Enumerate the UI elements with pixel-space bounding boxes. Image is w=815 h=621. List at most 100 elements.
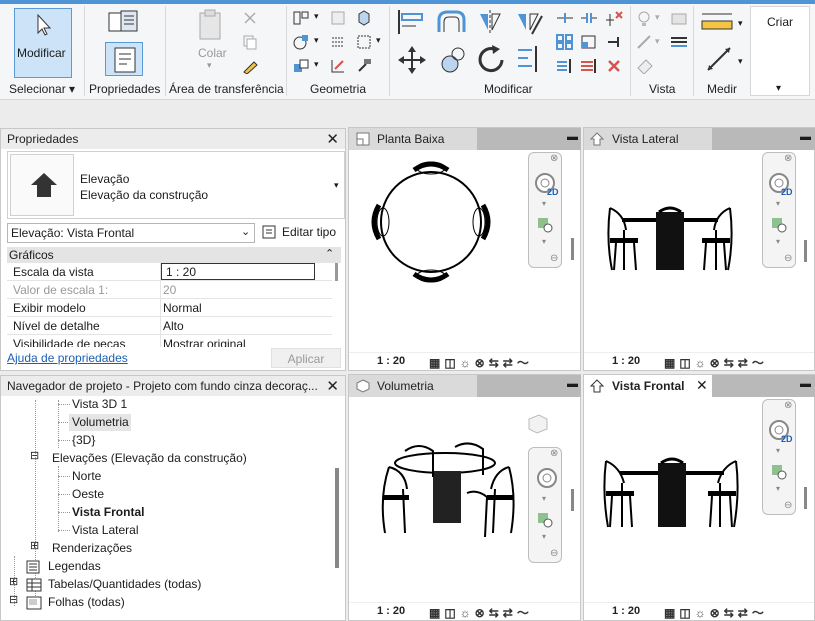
- cut-geometry-icon[interactable]: [330, 10, 346, 26]
- close-icon[interactable]: ✕: [326, 377, 339, 395]
- copy-element-icon[interactable]: [438, 44, 468, 74]
- close-navbar-icon[interactable]: ⊗: [550, 448, 558, 459]
- align-icon[interactable]: [396, 8, 426, 36]
- zoom-icon[interactable]: [771, 464, 787, 480]
- steering-wheel-icon[interactable]: [534, 466, 560, 492]
- hide-bulb-icon[interactable]: [636, 10, 652, 28]
- expand-schedules-icon[interactable]: ⊞: [9, 575, 18, 588]
- tree-item-tabelas[interactable]: Tabelas/Quantidades (todas): [48, 577, 201, 591]
- type-selector[interactable]: Elevação Elevação da construção ▾: [7, 151, 345, 219]
- edit-type-button[interactable]: Editar tipo: [261, 223, 343, 243]
- paint-icon[interactable]: [356, 34, 372, 50]
- navwheel-dropdown-icon[interactable]: ▾: [542, 199, 546, 208]
- measure-dropdown-icon[interactable]: ▾: [738, 18, 743, 29]
- view-control-icons[interactable]: ▦◫☼⊗⇆⇄〜: [429, 604, 533, 621]
- wall-joins-icon[interactable]: [292, 34, 310, 50]
- navwheel-dropdown-icon[interactable]: ▾: [542, 494, 546, 503]
- move-icon[interactable]: [396, 44, 428, 76]
- property-row[interactable]: Visibilidade de peças Mostrar original: [7, 335, 332, 347]
- type-properties-icon[interactable]: [107, 10, 139, 38]
- dimension-aligned-icon[interactable]: [704, 44, 734, 74]
- property-row[interactable]: Exibir modelo Normal: [7, 299, 332, 317]
- view-scrollbar[interactable]: [571, 238, 574, 260]
- create-dropdown-icon[interactable]: ▾: [776, 83, 781, 94]
- help-link[interactable]: Ajuda de propriedades: [7, 351, 128, 365]
- tree-item-3d[interactable]: {3D}: [72, 433, 95, 447]
- tree-item-folhas[interactable]: Folhas (todas): [48, 595, 125, 609]
- zoom-icon[interactable]: [537, 217, 553, 233]
- tree-item-vista-3d-1[interactable]: Vista 3D 1: [72, 397, 127, 411]
- navbar-options-icon[interactable]: ⊖: [784, 500, 792, 511]
- cope-dropdown-icon[interactable]: ▾: [314, 11, 319, 22]
- trim-single-icon[interactable]: [580, 58, 598, 74]
- create-panel[interactable]: Criar ▾: [750, 6, 810, 96]
- view-canvas[interactable]: ⊗ 2D ▾ ▾ ⊖: [584, 150, 814, 352]
- trim-extend-icon[interactable]: [514, 44, 544, 74]
- navwheel-dropdown-icon[interactable]: ▾: [776, 199, 780, 208]
- copy-icon[interactable]: [242, 34, 258, 50]
- view-volumetria[interactable]: Volumetria ▬ ⊗ ▾ ▾ ⊖ 1 : 20 ▦◫☼⊗⇆⇄〜: [348, 374, 581, 621]
- tree-item-elevacoes[interactable]: Elevações (Elevação da construção): [52, 451, 247, 465]
- view-vista-frontal[interactable]: Vista Frontal ✕ ▬ ⊗ 2D ▾ ▾ ⊖ 1 : 20 ▦◫☼⊗…: [583, 374, 815, 621]
- zoom-dropdown-icon[interactable]: ▾: [776, 237, 780, 246]
- delete-icon[interactable]: [606, 58, 622, 74]
- view-menu-icon[interactable]: ▬: [567, 378, 578, 390]
- navigation-bar[interactable]: ⊗ ▾ ▾ ⊖: [528, 447, 562, 563]
- zoom-dropdown-icon[interactable]: ▾: [542, 532, 546, 541]
- close-navbar-icon[interactable]: ⊗: [784, 153, 792, 164]
- navbar-options-icon[interactable]: ⊖: [784, 253, 792, 264]
- pin-icon[interactable]: [604, 34, 624, 50]
- cope-icon[interactable]: [292, 10, 310, 26]
- eraser-icon[interactable]: [636, 58, 654, 74]
- view-scrollbar[interactable]: [804, 240, 807, 262]
- cut-icon[interactable]: [242, 10, 258, 26]
- view-planta-baixa[interactable]: Planta Baixa ▬ ⊗ 2D ▾ ▾ ⊖ 1 : 20 ▦◫☼⊗⇆⇄〜: [348, 127, 581, 371]
- view-control-icons[interactable]: ▦◫☼⊗⇆⇄〜: [664, 604, 768, 621]
- view-menu-icon[interactable]: ▬: [567, 131, 578, 143]
- view-scale[interactable]: 1 : 20: [612, 605, 640, 617]
- scale-input[interactable]: 1 : 20: [161, 263, 315, 280]
- offset-icon[interactable]: [436, 8, 470, 36]
- zoom-dropdown-icon[interactable]: ▾: [542, 237, 546, 246]
- property-row[interactable]: Nível de detalhe Alto: [7, 317, 332, 335]
- linework-dropdown-icon[interactable]: ▾: [655, 36, 660, 47]
- browser-scrollbar[interactable]: [335, 468, 339, 568]
- override-graphics-icon[interactable]: [670, 10, 688, 26]
- tree-item-oeste[interactable]: Oeste: [72, 487, 104, 501]
- viewcube-icon[interactable]: [523, 413, 553, 437]
- tree-item-legendas[interactable]: Legendas: [48, 559, 101, 573]
- view-scale[interactable]: 1 : 20: [377, 355, 405, 367]
- tree-item-renderizacoes[interactable]: Renderizações: [52, 541, 132, 555]
- view-canvas[interactable]: ⊗ 2D ▾ ▾ ⊖: [584, 397, 814, 602]
- paint-dropdown-icon[interactable]: ▾: [376, 35, 381, 46]
- paste-icon[interactable]: [196, 9, 226, 43]
- view-scrollbar[interactable]: [571, 489, 574, 511]
- match-properties-icon[interactable]: [242, 58, 260, 74]
- view-canvas[interactable]: ⊗ 2D ▾ ▾ ⊖: [349, 150, 580, 352]
- hammer-icon[interactable]: [356, 58, 372, 74]
- navigation-bar[interactable]: ⊗ 2D ▾ ▾ ⊖: [762, 399, 796, 515]
- split-gap-icon[interactable]: [580, 10, 598, 26]
- mirror-pick-axis-icon[interactable]: [476, 8, 506, 36]
- tree-item-vista-lateral[interactable]: Vista Lateral: [72, 523, 139, 537]
- view-control-icons[interactable]: ▦◫☼⊗⇆⇄〜: [429, 354, 533, 371]
- section-header[interactable]: Gráficos ⌃: [7, 247, 341, 263]
- collapse-icon[interactable]: ⌃: [325, 247, 334, 260]
- instance-selector[interactable]: Elevação: Vista Frontal ⌄: [7, 223, 255, 243]
- view-menu-icon[interactable]: ▬: [800, 378, 811, 390]
- dimension-dropdown-icon[interactable]: ▾: [738, 56, 743, 67]
- zoom-dropdown-icon[interactable]: ▾: [776, 484, 780, 493]
- view-scrollbar[interactable]: [804, 487, 807, 509]
- view-vista-lateral[interactable]: Vista Lateral ▬ ⊗ 2D ▾ ▾ ⊖ 1 : 20 ▦◫☼⊗⇆⇄…: [583, 127, 815, 371]
- split-face-icon[interactable]: [330, 34, 346, 50]
- zoom-icon[interactable]: [537, 512, 553, 528]
- mirror-draw-axis-icon[interactable]: [514, 8, 544, 36]
- split-element-icon[interactable]: [556, 10, 574, 26]
- view-canvas[interactable]: ⊗ ▾ ▾ ⊖: [349, 397, 580, 602]
- tree-item-vista-frontal[interactable]: Vista Frontal: [72, 505, 144, 519]
- array-icon[interactable]: [556, 34, 574, 50]
- scale-icon[interactable]: [580, 34, 598, 50]
- navbar-options-icon[interactable]: ⊖: [550, 253, 558, 264]
- apply-button[interactable]: Aplicar: [271, 348, 341, 368]
- scrollbar[interactable]: [335, 263, 338, 281]
